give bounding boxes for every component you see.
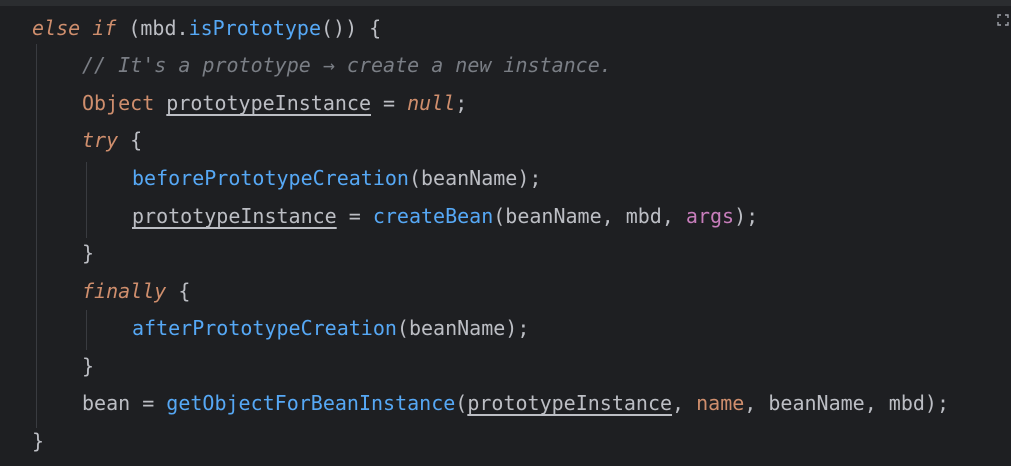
- keyword-else: else: [32, 16, 81, 40]
- method-call: afterPrototypeCreation: [132, 316, 397, 340]
- code-text: (beanName);: [408, 166, 542, 190]
- code-text: =: [371, 91, 408, 115]
- method-call: getObjectForBeanInstance: [166, 391, 456, 415]
- code-comment: // It's a prototype → create a new insta…: [82, 53, 612, 77]
- keyword-if: if: [92, 16, 117, 40]
- variable-name: prototypeInstance: [132, 204, 337, 228]
- code-line-3: Object prototypeInstance = null;: [82, 85, 467, 121]
- code-text: (mbd.: [116, 16, 189, 40]
- code-line-7: }: [82, 235, 94, 271]
- variable-name: bean: [82, 391, 131, 415]
- code-text: {: [166, 279, 191, 303]
- variable-name: prototypeInstance: [467, 391, 673, 415]
- indent-guide-finally: [86, 310, 87, 350]
- keyword-null: null: [407, 91, 456, 115]
- code-text: );: [734, 204, 759, 228]
- code-line-12: }: [32, 423, 44, 459]
- code-text: {: [118, 128, 143, 152]
- parameter-args: args: [685, 204, 735, 228]
- code-text: =: [336, 204, 373, 228]
- method-call: createBean: [372, 204, 494, 228]
- keyword-try: try: [82, 128, 119, 152]
- code-text: (beanName);: [396, 316, 530, 340]
- variable-name: prototypeInstance: [166, 91, 371, 115]
- code-line-2: // It's a prototype → create a new insta…: [82, 47, 612, 83]
- code-brace: }: [32, 429, 45, 453]
- code-line-4: try {: [82, 122, 142, 158]
- code-brace: }: [82, 241, 95, 265]
- code-brace: }: [82, 354, 95, 378]
- top-strip: [0, 0, 1011, 6]
- code-text: ,: [672, 391, 697, 415]
- code-line-6: prototypeInstance = createBean(beanName,…: [132, 198, 758, 234]
- code-text: ()) {: [321, 16, 382, 40]
- code-line-10: }: [82, 348, 94, 384]
- code-text: (: [455, 391, 468, 415]
- code-text: , beanName, mbd);: [744, 391, 949, 415]
- code-line-5: beforePrototypeCreation(beanName);: [132, 160, 541, 196]
- type-name: Object: [82, 91, 155, 115]
- method-call: beforePrototypeCreation: [132, 166, 409, 190]
- keyword-finally: finally: [82, 279, 167, 303]
- method-call: isPrototype: [188, 16, 322, 40]
- code-text: =: [130, 391, 167, 415]
- code-text: (beanName, mbd,: [493, 204, 686, 228]
- expand-icon[interactable]: [997, 14, 1009, 26]
- indent-guide-outer: [36, 44, 37, 428]
- code-editor[interactable]: else if (mbd.isPrototype()) { // It's a …: [0, 0, 1011, 466]
- code-line-11: bean = getObjectForBeanInstance(prototyp…: [82, 385, 949, 421]
- code-line-8: finally {: [82, 273, 190, 309]
- code-line-1: else if (mbd.isPrototype()) {: [32, 10, 381, 46]
- code-text: ;: [455, 91, 468, 115]
- indent-guide-try: [86, 162, 87, 238]
- field-name: name: [696, 391, 745, 415]
- code-line-9: afterPrototypeCreation(beanName);: [132, 310, 529, 346]
